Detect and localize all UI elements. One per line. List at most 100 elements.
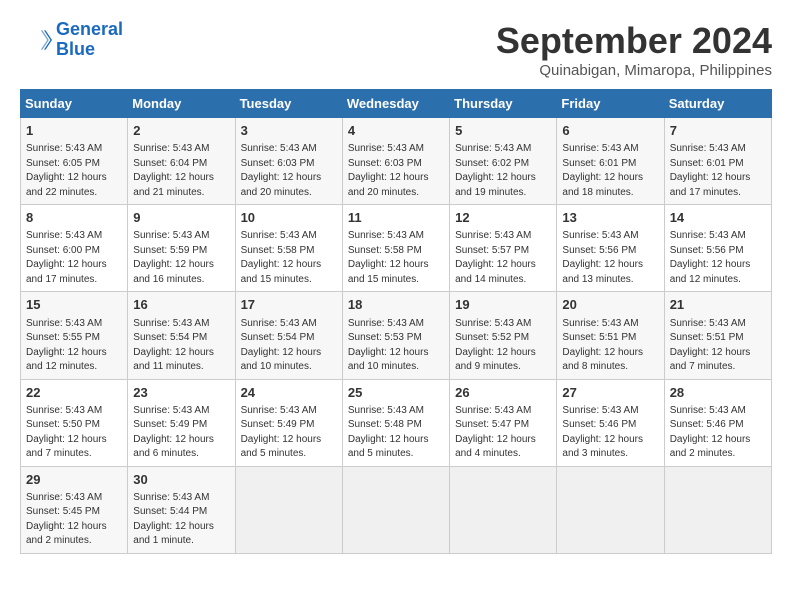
calendar-cell: [664, 466, 771, 553]
calendar-week-2: 8 Sunrise: 5:43 AMSunset: 6:00 PMDaylight…: [21, 205, 772, 292]
calendar-cell: 9 Sunrise: 5:43 AMSunset: 5:59 PMDaylight…: [128, 205, 235, 292]
day-info: Sunrise: 5:43 AMSunset: 5:53 PMDaylight:…: [348, 317, 444, 375]
weekday-header-wednesday: Wednesday: [342, 90, 449, 118]
day-number: 11: [348, 209, 444, 227]
calendar-cell: 2 Sunrise: 5:43 AMSunset: 6:04 PMDaylight…: [128, 118, 235, 205]
weekday-header-saturday: Saturday: [664, 90, 771, 118]
day-number: 25: [348, 384, 444, 402]
day-number: 13: [562, 209, 658, 227]
calendar-cell: 18Sunrise: 5:43 AMSunset: 5:53 PMDayligh…: [342, 292, 449, 379]
day-number: 26: [455, 384, 551, 402]
day-info: Sunrise: 5:43 AMSunset: 6:01 PMDaylight:…: [562, 142, 658, 200]
calendar-cell: 12 Sunrise: 5:43 AMSunset: 5:57 PMDayligh…: [450, 205, 557, 292]
day-number: 14: [670, 209, 766, 227]
calendar-cell: 28 Sunrise: 5:43 AMSunset: 5:46 PMDayligh…: [664, 379, 771, 466]
weekday-header-monday: Monday: [128, 90, 235, 118]
calendar-cell: 15Sunrise: 5:43 AMSunset: 5:55 PMDayligh…: [21, 292, 128, 379]
day-number: 30: [133, 471, 229, 489]
logo-text: General Blue: [56, 20, 123, 60]
day-info: Sunrise: 5:43 AMSunset: 6:04 PMDaylight:…: [133, 142, 229, 200]
day-info: Sunrise: 5:43 AMSunset: 5:57 PMDaylight:…: [455, 229, 551, 287]
day-info: Sunrise: 5:43 AMSunset: 5:51 PMDaylight:…: [562, 317, 658, 375]
day-info: Sunrise: 5:43 AMSunset: 5:59 PMDaylight:…: [133, 229, 229, 287]
day-number: 1: [26, 122, 122, 140]
day-info: Sunrise: 5:43 AMSunset: 6:01 PMDaylight:…: [670, 142, 766, 200]
weekday-header-thursday: Thursday: [450, 90, 557, 118]
day-number: 22: [26, 384, 122, 402]
calendar-cell: 3 Sunrise: 5:43 AMSunset: 6:03 PMDaylight…: [235, 118, 342, 205]
calendar-cell: [557, 466, 664, 553]
month-title: September 2024: [496, 20, 772, 62]
logo: General Blue: [20, 20, 123, 60]
location: Quinabigan, Mimaropa, Philippines: [496, 62, 772, 79]
day-number: 12: [455, 209, 551, 227]
day-number: 23: [133, 384, 229, 402]
page-header: General Blue September 2024 Quinabigan, …: [20, 20, 772, 79]
day-number: 29: [26, 471, 122, 489]
day-number: 5: [455, 122, 551, 140]
calendar-cell: 5 Sunrise: 5:43 AMSunset: 6:02 PMDaylight…: [450, 118, 557, 205]
day-info: Sunrise: 5:43 AMSunset: 5:45 PMDaylight:…: [26, 491, 122, 549]
weekday-header-tuesday: Tuesday: [235, 90, 342, 118]
calendar-cell: 29 Sunrise: 5:43 AMSunset: 5:45 PMDayligh…: [21, 466, 128, 553]
calendar-cell: 6Sunrise: 5:43 AMSunset: 6:01 PMDaylight…: [557, 118, 664, 205]
day-info: Sunrise: 5:43 AMSunset: 5:55 PMDaylight:…: [26, 317, 122, 375]
logo-icon: [20, 24, 52, 56]
day-info: Sunrise: 5:43 AMSunset: 6:02 PMDaylight:…: [455, 142, 551, 200]
day-number: 20: [562, 296, 658, 314]
calendar-cell: 21 Sunrise: 5:43 AMSunset: 5:51 PMDayligh…: [664, 292, 771, 379]
calendar-cell: 26 Sunrise: 5:43 AMSunset: 5:47 PMDayligh…: [450, 379, 557, 466]
day-number: 19: [455, 296, 551, 314]
day-info: Sunrise: 5:43 AMSunset: 5:54 PMDaylight:…: [133, 317, 229, 375]
day-info: Sunrise: 5:43 AMSunset: 5:51 PMDaylight:…: [670, 317, 766, 375]
day-number: 4: [348, 122, 444, 140]
calendar-cell: 30 Sunrise: 5:43 AMSunset: 5:44 PMDayligh…: [128, 466, 235, 553]
calendar-cell: 11 Sunrise: 5:43 AMSunset: 5:58 PMDayligh…: [342, 205, 449, 292]
day-info: Sunrise: 5:43 AMSunset: 5:47 PMDaylight:…: [455, 404, 551, 462]
day-number: 3: [241, 122, 337, 140]
day-info: Sunrise: 5:43 AMSunset: 5:48 PMDaylight:…: [348, 404, 444, 462]
day-info: Sunrise: 5:43 AMSunset: 6:05 PMDaylight:…: [26, 142, 122, 200]
day-number: 2: [133, 122, 229, 140]
calendar-cell: 20 Sunrise: 5:43 AMSunset: 5:51 PMDayligh…: [557, 292, 664, 379]
day-number: 28: [670, 384, 766, 402]
calendar-cell: [235, 466, 342, 553]
calendar-week-5: 29 Sunrise: 5:43 AMSunset: 5:45 PMDayligh…: [21, 466, 772, 553]
day-info: Sunrise: 5:43 AMSunset: 6:03 PMDaylight:…: [241, 142, 337, 200]
day-number: 16: [133, 296, 229, 314]
calendar-cell: 1 Sunrise: 5:43 AMSunset: 6:05 PMDaylight…: [21, 118, 128, 205]
calendar-cell: 22Sunrise: 5:43 AMSunset: 5:50 PMDayligh…: [21, 379, 128, 466]
calendar-cell: [450, 466, 557, 553]
day-number: 24: [241, 384, 337, 402]
day-number: 7: [670, 122, 766, 140]
day-info: Sunrise: 5:43 AMSunset: 6:00 PMDaylight:…: [26, 229, 122, 287]
calendar-week-1: 1 Sunrise: 5:43 AMSunset: 6:05 PMDaylight…: [21, 118, 772, 205]
day-number: 10: [241, 209, 337, 227]
calendar-cell: 17Sunrise: 5:43 AMSunset: 5:54 PMDayligh…: [235, 292, 342, 379]
calendar-week-4: 22Sunrise: 5:43 AMSunset: 5:50 PMDayligh…: [21, 379, 772, 466]
weekday-header-friday: Friday: [557, 90, 664, 118]
calendar-cell: 7 Sunrise: 5:43 AMSunset: 6:01 PMDaylight…: [664, 118, 771, 205]
day-info: Sunrise: 5:43 AMSunset: 5:49 PMDaylight:…: [133, 404, 229, 462]
calendar-cell: [342, 466, 449, 553]
calendar-cell: 25 Sunrise: 5:43 AMSunset: 5:48 PMDayligh…: [342, 379, 449, 466]
day-info: Sunrise: 5:43 AMSunset: 5:52 PMDaylight:…: [455, 317, 551, 375]
calendar-cell: 13Sunrise: 5:43 AMSunset: 5:56 PMDayligh…: [557, 205, 664, 292]
day-info: Sunrise: 5:43 AMSunset: 5:46 PMDaylight:…: [670, 404, 766, 462]
day-number: 21: [670, 296, 766, 314]
weekday-header-sunday: Sunday: [21, 90, 128, 118]
calendar-week-3: 15Sunrise: 5:43 AMSunset: 5:55 PMDayligh…: [21, 292, 772, 379]
calendar-cell: 14 Sunrise: 5:43 AMSunset: 5:56 PMDayligh…: [664, 205, 771, 292]
day-info: Sunrise: 5:43 AMSunset: 5:49 PMDaylight:…: [241, 404, 337, 462]
day-info: Sunrise: 5:43 AMSunset: 5:56 PMDaylight:…: [670, 229, 766, 287]
title-block: September 2024 Quinabigan, Mimaropa, Phi…: [496, 20, 772, 79]
day-number: 27: [562, 384, 658, 402]
day-number: 9: [133, 209, 229, 227]
day-number: 8: [26, 209, 122, 227]
calendar-cell: 27 Sunrise: 5:43 AMSunset: 5:46 PMDayligh…: [557, 379, 664, 466]
day-info: Sunrise: 5:43 AMSunset: 5:58 PMDaylight:…: [241, 229, 337, 287]
day-info: Sunrise: 5:43 AMSunset: 5:46 PMDaylight:…: [562, 404, 658, 462]
day-info: Sunrise: 5:43 AMSunset: 5:44 PMDaylight:…: [133, 491, 229, 549]
day-number: 17: [241, 296, 337, 314]
day-info: Sunrise: 5:43 AMSunset: 5:58 PMDaylight:…: [348, 229, 444, 287]
